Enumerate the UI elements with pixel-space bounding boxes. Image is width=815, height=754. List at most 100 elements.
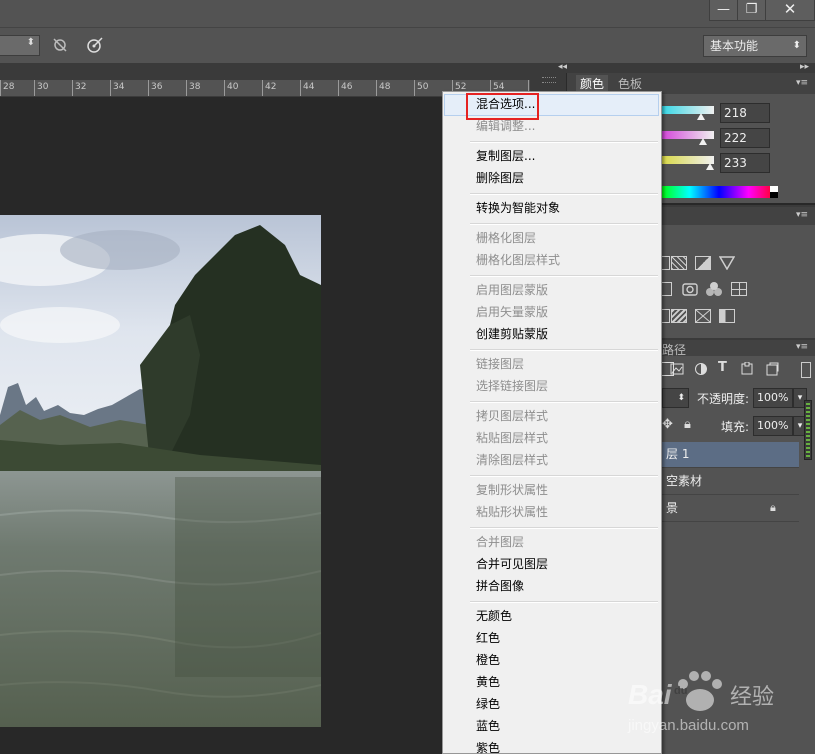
svg-text:du: du bbox=[674, 685, 687, 697]
menu-item-paste-shape-attributes[interactable]: 粘贴形状属性 bbox=[476, 502, 548, 523]
ruler-tick bbox=[224, 80, 225, 96]
menu-item-delete-layer[interactable]: 删除图层 bbox=[476, 168, 524, 189]
minimize-button[interactable]: — bbox=[709, 0, 738, 21]
slider-thumb[interactable] bbox=[699, 138, 707, 145]
menu-item-enable-vector-mask[interactable]: 启用矢量蒙版 bbox=[476, 302, 548, 323]
fill-label: 填充: bbox=[721, 420, 750, 434]
ruler-tick bbox=[34, 80, 35, 96]
ruler-label: 32 bbox=[75, 82, 87, 92]
red-value-field[interactable]: 218 bbox=[720, 103, 770, 123]
layer-context-menu bbox=[442, 91, 662, 754]
watermark-brand: Bai bbox=[628, 679, 673, 710]
green-value-field[interactable]: 222 bbox=[720, 128, 770, 148]
slider-thumb[interactable] bbox=[697, 113, 705, 120]
gradient-map-icon[interactable] bbox=[719, 256, 735, 270]
opacity-field[interactable]: 100% bbox=[753, 388, 793, 408]
airbrush-icon[interactable] bbox=[86, 36, 104, 54]
menu-separator bbox=[470, 193, 658, 195]
menu-item-green[interactable]: 绿色 bbox=[476, 694, 500, 715]
posterize-icon[interactable] bbox=[671, 309, 687, 323]
minimize-icon: — bbox=[717, 2, 730, 17]
color-balance-icon[interactable] bbox=[695, 256, 711, 270]
lock-position-icon[interactable]: ✥ bbox=[662, 417, 673, 432]
menu-item-create-clipping-mask[interactable]: 创建剪贴蒙版 bbox=[476, 324, 548, 345]
panel-menu-icon[interactable]: ▾≡ bbox=[796, 78, 808, 88]
filter-smart-object-icon[interactable] bbox=[765, 362, 779, 376]
workspace-select[interactable]: 基本功能 ⬍ bbox=[703, 35, 807, 57]
menu-item-yellow[interactable]: 黄色 bbox=[476, 672, 500, 693]
menu-item-red[interactable]: 红色 bbox=[476, 628, 500, 649]
menu-item-clear-layer-style[interactable]: 清除图层样式 bbox=[476, 450, 548, 471]
menu-item-flatten-image[interactable]: 拼合图像 bbox=[476, 576, 524, 597]
menu-item-rasterize-style[interactable]: 栅格化图层样式 bbox=[476, 250, 560, 271]
filter-type-icon[interactable]: T bbox=[718, 360, 727, 375]
color-lookup-icon[interactable] bbox=[731, 282, 747, 296]
close-button[interactable]: ✕ bbox=[765, 0, 815, 21]
layer-row[interactable]: 层 1 bbox=[662, 442, 799, 468]
ruler-tick bbox=[338, 80, 339, 96]
ruler-label: 38 bbox=[189, 82, 201, 92]
close-icon: ✕ bbox=[783, 0, 797, 18]
menu-item-duplicate-layer[interactable]: 复制图层... bbox=[476, 146, 535, 167]
lock-all-icon[interactable]: 🔒︎ bbox=[684, 417, 691, 432]
panel-menu-icon[interactable]: ▾≡ bbox=[796, 342, 808, 352]
menu-item-paste-layer-style[interactable]: 粘贴图层样式 bbox=[476, 428, 548, 449]
filter-image-icon[interactable] bbox=[670, 362, 684, 376]
ruler-tick bbox=[72, 80, 73, 96]
menu-item-merge-visible[interactable]: 合并可见图层 bbox=[476, 554, 548, 575]
highlight-box bbox=[466, 93, 539, 120]
invert-icon[interactable] bbox=[662, 309, 670, 323]
panel-menu-icon[interactable]: ▾≡ bbox=[796, 210, 808, 220]
menu-item-copy-shape-attributes[interactable]: 复制形状属性 bbox=[476, 480, 548, 501]
menu-item-purple[interactable]: 紫色 bbox=[476, 738, 500, 754]
menu-item-enable-layer-mask[interactable]: 启用图层蒙版 bbox=[476, 280, 548, 301]
blue-value-field[interactable]: 233 bbox=[720, 153, 770, 173]
menu-item-blue[interactable]: 蓝色 bbox=[476, 716, 500, 737]
filter-toggle[interactable] bbox=[801, 362, 811, 378]
channel-mixer-icon[interactable] bbox=[705, 281, 723, 297]
chevron-updown-icon: ⬍ bbox=[792, 40, 801, 51]
menu-item-rasterize-layer[interactable]: 栅格化图层 bbox=[476, 228, 536, 249]
pressure-opacity-icon[interactable] bbox=[52, 37, 68, 53]
filter-adjustment-icon[interactable] bbox=[694, 362, 708, 376]
filter-shape-icon[interactable] bbox=[740, 362, 754, 376]
title-bar bbox=[0, 0, 815, 27]
ruler-tick bbox=[0, 80, 1, 96]
threshold-icon[interactable] bbox=[695, 309, 711, 323]
workspace-label: 基本功能 bbox=[710, 39, 759, 53]
lock-icon: 🔒︎ bbox=[770, 501, 776, 514]
hue-saturation-icon[interactable] bbox=[671, 256, 687, 270]
menu-item-copy-layer-style[interactable]: 拷贝图层样式 bbox=[476, 406, 548, 427]
ruler-tick bbox=[110, 80, 111, 96]
panel-collapse-bar[interactable] bbox=[530, 64, 815, 73]
brush-preset-dropdown[interactable]: ⬍ bbox=[0, 35, 40, 56]
menu-item-select-linked[interactable]: 选择链接图层 bbox=[476, 376, 548, 397]
photo-filter-icon[interactable] bbox=[682, 281, 700, 297]
menu-item-orange[interactable]: 橙色 bbox=[476, 650, 500, 671]
slider-thumb[interactable] bbox=[706, 163, 714, 170]
menu-item-merge-layers[interactable]: 合并图层 bbox=[476, 532, 524, 553]
fill-field[interactable]: 100% bbox=[753, 416, 793, 436]
red-slider[interactable] bbox=[660, 106, 714, 114]
grip-icon[interactable] bbox=[542, 77, 556, 83]
menu-item-convert-smart-object[interactable]: 转换为智能对象 bbox=[476, 198, 560, 219]
scrollbar-thumb[interactable] bbox=[806, 403, 810, 457]
collapse-icon[interactable]: ◂◂ bbox=[558, 62, 567, 72]
ruler-label: 36 bbox=[151, 82, 163, 92]
ruler-tick bbox=[376, 80, 377, 96]
ruler-tick bbox=[262, 80, 263, 96]
blend-mode-select[interactable]: ⬍ bbox=[662, 388, 689, 408]
vibrance-icon[interactable] bbox=[662, 256, 670, 270]
selective-color-icon[interactable] bbox=[719, 309, 735, 323]
ruler-tick bbox=[148, 80, 149, 96]
menu-item-link-layers[interactable]: 链接图层 bbox=[476, 354, 524, 375]
collapse-icon[interactable]: ▸▸ bbox=[800, 62, 809, 72]
menu-item-no-color[interactable]: 无颜色 bbox=[476, 606, 512, 627]
color-spectrum[interactable] bbox=[660, 186, 778, 198]
menu-separator bbox=[470, 349, 658, 351]
layer-row[interactable]: 空素材 bbox=[662, 469, 799, 495]
canvas-photo[interactable] bbox=[0, 215, 321, 727]
black-white-icon[interactable] bbox=[662, 282, 672, 296]
restore-button[interactable]: ❐ bbox=[737, 0, 766, 21]
layer-row[interactable]: 景 bbox=[662, 496, 799, 522]
